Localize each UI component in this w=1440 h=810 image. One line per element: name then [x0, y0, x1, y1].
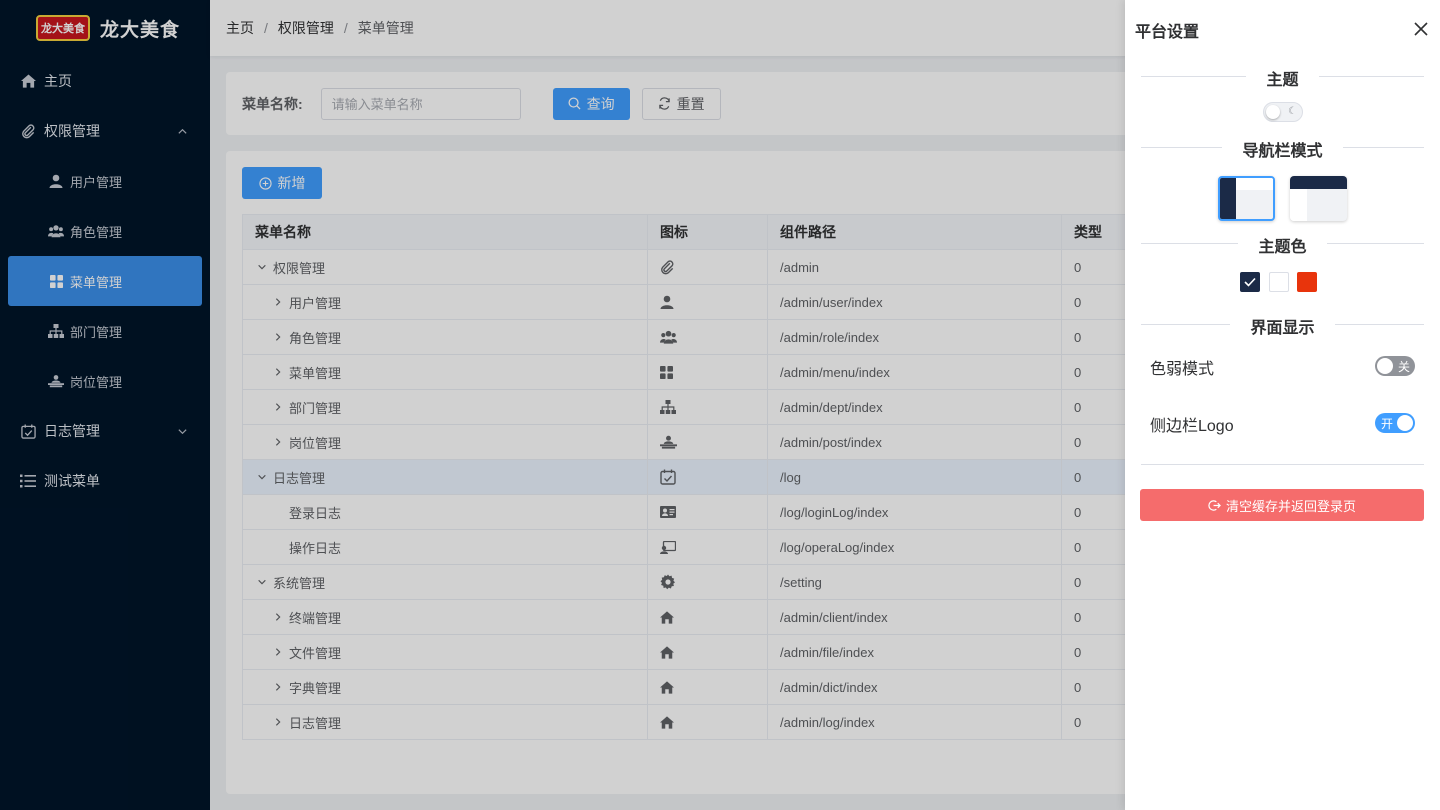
- close-icon[interactable]: [1414, 22, 1428, 36]
- logout-icon: [1208, 499, 1221, 512]
- section-theme-title: 主题: [1125, 66, 1440, 90]
- section-color-title: 主题色: [1125, 233, 1440, 257]
- check-icon: [1244, 277, 1256, 287]
- section-color-label: 主题色: [1238, 239, 1327, 256]
- dark-mode-toggle[interactable]: ☾: [1263, 102, 1303, 122]
- switch-state-text: 开: [1381, 417, 1394, 431]
- toggle-knob: [1266, 105, 1280, 119]
- moon-icon: ☾: [1288, 106, 1297, 117]
- drawer-overlay[interactable]: [0, 0, 1125, 810]
- switch-knob: [1397, 415, 1413, 431]
- clear-cache-label: 清空缓存并返回登录页: [1225, 498, 1356, 514]
- nav-mode-sidebar[interactable]: [1218, 176, 1275, 221]
- colorblind-label: 色弱模式: [1150, 361, 1215, 378]
- clear-cache-button[interactable]: 清空缓存并返回登录页: [1140, 489, 1424, 521]
- settings-drawer: 平台设置 主题 ☾ 导航栏模式 主题色 界面显示 色弱模式 关 侧边栏Logo …: [1125, 0, 1440, 810]
- drawer-title: 平台设置: [1135, 24, 1200, 41]
- nav-preview-side: [1290, 188, 1308, 221]
- color-swatch-navy[interactable]: [1240, 272, 1260, 292]
- sidebar-logo-label: 侧边栏Logo: [1150, 418, 1234, 435]
- nav-preview-side: [1220, 178, 1236, 219]
- sidebar-logo-switch[interactable]: 开: [1375, 413, 1415, 433]
- section-nav-label: 导航栏模式: [1222, 143, 1343, 160]
- color-swatch-white[interactable]: [1269, 272, 1289, 292]
- section-display-label: 界面显示: [1230, 320, 1335, 337]
- divider: [1141, 464, 1424, 465]
- section-display-title: 界面显示: [1125, 314, 1440, 338]
- switch-knob: [1377, 358, 1393, 374]
- section-nav-title: 导航栏模式: [1125, 137, 1440, 161]
- switch-state-text: 关: [1397, 360, 1410, 374]
- nav-mode-top[interactable]: [1290, 176, 1347, 221]
- section-theme-label: 主题: [1246, 72, 1319, 89]
- nav-preview-top: [1290, 176, 1347, 189]
- colorblind-switch[interactable]: 关: [1375, 356, 1415, 376]
- color-swatch-red[interactable]: [1297, 272, 1317, 292]
